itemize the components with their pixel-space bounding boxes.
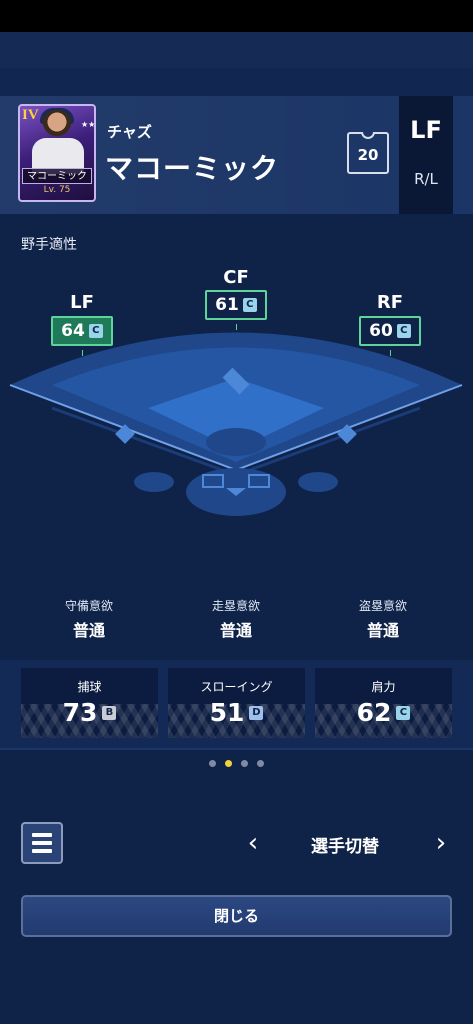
position-rating-cf: 61 C bbox=[205, 290, 267, 320]
next-player-button[interactable]: › bbox=[426, 828, 456, 858]
stat-value: 62 bbox=[356, 698, 392, 727]
stat-box-catching: 捕球 73 B bbox=[21, 668, 158, 738]
primary-position: LF bbox=[410, 116, 442, 144]
page-dot[interactable] bbox=[257, 760, 264, 767]
card-rank: IV bbox=[22, 107, 39, 123]
stat-label: スローイング bbox=[200, 680, 273, 694]
rating-value: 60 bbox=[369, 321, 393, 341]
close-button[interactable]: 閉じる bbox=[21, 895, 452, 937]
player-switch-label: 選手切替 bbox=[311, 837, 379, 857]
grade-badge: C bbox=[88, 324, 103, 338]
position-rating-lf: 64 C bbox=[51, 316, 113, 346]
stat-label: 肩力 bbox=[371, 680, 396, 694]
grade-badge: B bbox=[102, 705, 117, 720]
page-dot-active[interactable] bbox=[225, 760, 232, 767]
marker-tick bbox=[82, 350, 83, 356]
position-label-cf: CF bbox=[223, 267, 249, 288]
grade-badge: C bbox=[242, 298, 257, 312]
card-player-name: マコーミック bbox=[22, 168, 92, 184]
page-indicator bbox=[0, 760, 473, 767]
position-rating-rf: 60 C bbox=[359, 316, 421, 346]
stat-value: 51 bbox=[209, 698, 245, 727]
stat-box-throwing: スローイング 51 D bbox=[168, 668, 305, 738]
position-box: LF R/L bbox=[399, 96, 453, 214]
grade-badge: C bbox=[396, 324, 411, 338]
rating-value: 61 bbox=[215, 295, 239, 315]
tendency-label: 走塁意欲 bbox=[211, 599, 260, 613]
player-last-name: マコーミック bbox=[105, 152, 280, 185]
grade-badge: D bbox=[249, 705, 264, 720]
section-title: 野手適性 bbox=[21, 237, 77, 253]
status-bar bbox=[0, 0, 473, 32]
top-band bbox=[0, 32, 473, 68]
position-label-lf: LF bbox=[70, 292, 94, 313]
tendency-value: 普通 bbox=[72, 621, 105, 640]
tendency-label: 盗塁意欲 bbox=[358, 599, 407, 613]
player-portrait bbox=[42, 110, 72, 140]
jersey-icon: 20 bbox=[347, 132, 389, 174]
rating-value: 64 bbox=[61, 321, 85, 341]
page-dot[interactable] bbox=[209, 760, 216, 767]
grade-badge: C bbox=[396, 705, 411, 720]
bats-throws: R/L bbox=[414, 170, 438, 188]
player-first-name: チャズ bbox=[107, 123, 152, 141]
player-card[interactable]: IV ★★★★★ マコーミック Lv. 75 bbox=[18, 104, 96, 202]
stat-label: 捕球 bbox=[77, 680, 102, 694]
jersey-number: 20 bbox=[357, 146, 379, 164]
stat-box-arm: 肩力 62 C bbox=[315, 668, 452, 738]
tendency-value: 普通 bbox=[366, 621, 399, 640]
card-stars: ★★★★★ bbox=[81, 120, 96, 129]
stat-value: 73 bbox=[62, 698, 98, 727]
tendency-label: 守備意欲 bbox=[64, 599, 113, 613]
marker-tick bbox=[236, 324, 237, 330]
card-level: Lv. 75 bbox=[43, 185, 71, 195]
page-dot[interactable] bbox=[241, 760, 248, 767]
menu-icon[interactable] bbox=[21, 822, 63, 864]
divider bbox=[0, 748, 473, 750]
position-label-rf: RF bbox=[376, 292, 404, 313]
tendency-value: 普通 bbox=[219, 621, 252, 640]
prev-player-button[interactable]: ‹ bbox=[238, 828, 268, 858]
marker-tick bbox=[390, 350, 391, 356]
top-band-secondary bbox=[0, 68, 473, 96]
